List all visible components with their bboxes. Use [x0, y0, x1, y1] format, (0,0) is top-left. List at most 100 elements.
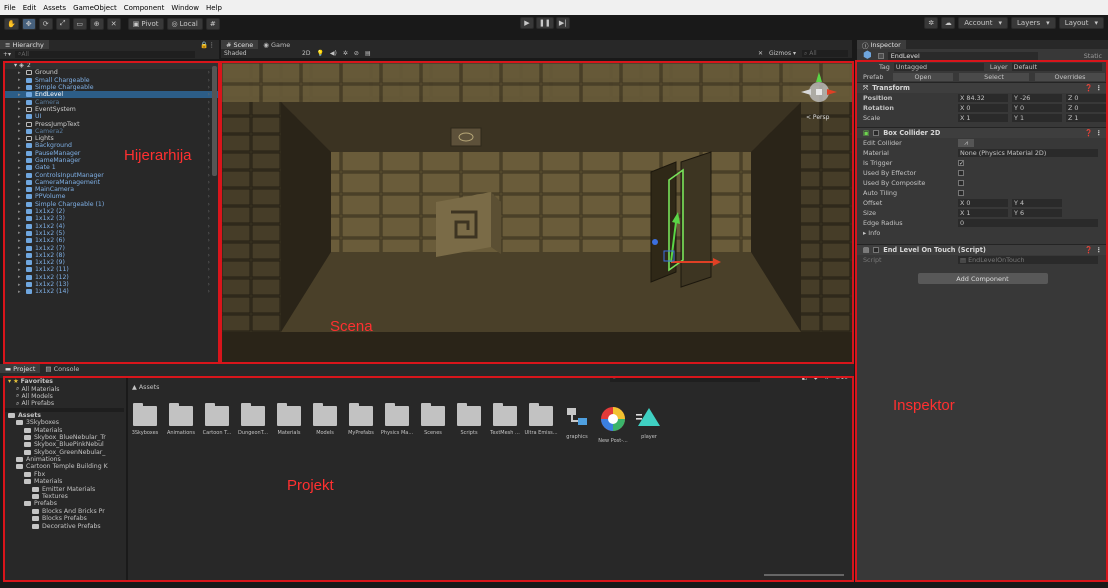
asset-item[interactable]: Models: [309, 403, 341, 444]
component-menu-icon[interactable]: ❓ ⋮: [1085, 129, 1108, 137]
project-tree-item[interactable]: Materials: [4, 426, 124, 434]
pause-button[interactable]: ❚❚: [536, 17, 554, 29]
hierarchy-row[interactable]: ▸ EventSystem ›: [4, 106, 218, 113]
project-tree-item[interactable]: Emitter Materials: [4, 485, 124, 493]
box-collider-enabled-checkbox[interactable]: [873, 130, 880, 136]
chevron-right-icon[interactable]: ›: [208, 99, 210, 106]
prefab-open-button[interactable]: Open: [893, 73, 953, 81]
project-tree-item[interactable]: Materials: [4, 478, 124, 485]
project-divider[interactable]: [126, 378, 128, 580]
chevron-right-icon[interactable]: ›: [208, 259, 210, 266]
menu-item-component[interactable]: Component: [124, 4, 165, 12]
size-y-field[interactable]: Y 6: [1012, 209, 1062, 217]
hierarchy-row[interactable]: ▸ 1x1x2 (12) ›: [4, 274, 218, 281]
project-tree-item[interactable]: Textures: [4, 493, 124, 500]
hierarchy-row[interactable]: ▸ 1x1x2 (3) ›: [4, 215, 218, 222]
scene-root-row[interactable]: ▾ ◈ 2: [4, 62, 218, 70]
hierarchy-search-input[interactable]: ⌕ All: [15, 50, 196, 58]
scale-y-field[interactable]: Y 1: [1012, 114, 1062, 122]
info-row[interactable]: ▸ Info: [857, 228, 1108, 238]
expand-arrow-icon[interactable]: ▸: [18, 260, 21, 266]
project-tree-item[interactable]: ⌕ All Materials: [4, 385, 124, 392]
gizmos-dropdown[interactable]: Gizmos ▾: [769, 50, 796, 57]
hierarchy-row[interactable]: ▸ Gate 1 ›: [4, 164, 218, 171]
transform-header[interactable]: ⤧ Transform ❓ ⋮: [857, 82, 1108, 93]
expand-arrow-icon[interactable]: ▸: [18, 230, 21, 236]
hierarchy-row[interactable]: ▸ Camera ›: [4, 98, 218, 106]
expand-arrow-icon[interactable]: ▸: [18, 172, 21, 178]
camera-settings-icon[interactable]: ▤: [365, 50, 371, 57]
chevron-right-icon[interactable]: ›: [208, 172, 210, 179]
hierarchy-row[interactable]: ▸ ControlsInputManager ›: [4, 171, 218, 179]
expand-arrow-icon[interactable]: ▸: [18, 223, 21, 229]
chevron-right-icon[interactable]: ›: [208, 179, 210, 186]
hidden-objects-icon[interactable]: ⊘: [354, 50, 359, 57]
hierarchy-row[interactable]: ▸ CameraManagement ›: [4, 179, 218, 186]
menu-item-window[interactable]: Window: [171, 4, 199, 12]
hierarchy-row[interactable]: ▸ Ground ›: [4, 69, 218, 76]
expand-arrow-icon[interactable]: ▸: [18, 267, 21, 273]
scale-z-field[interactable]: Z 1: [1066, 114, 1106, 122]
hierarchy-row[interactable]: ▸ 1x1x2 (2) ›: [4, 208, 218, 215]
chevron-right-icon[interactable]: ›: [208, 237, 210, 244]
chevron-right-icon[interactable]: ›: [208, 252, 210, 259]
chevron-right-icon[interactable]: ›: [208, 150, 210, 157]
asset-item[interactable]: New Post-...: [597, 406, 629, 444]
expand-arrow-icon[interactable]: ▸: [18, 92, 21, 98]
cloud-icon[interactable]: ☁: [941, 17, 956, 29]
play-button[interactable]: ▶: [520, 17, 534, 29]
chevron-right-icon[interactable]: ›: [208, 113, 210, 120]
menu-item-edit[interactable]: Edit: [23, 4, 37, 12]
project-tree-item[interactable]: Decorative Prefabs: [4, 522, 124, 530]
chevron-right-icon[interactable]: ›: [208, 157, 210, 164]
expand-arrow-icon[interactable]: ▸: [18, 85, 21, 91]
hierarchy-row[interactable]: ▸ 1x1x2 (9) ›: [4, 259, 218, 266]
expand-arrow-icon[interactable]: ▸: [18, 158, 21, 164]
expand-arrow-icon[interactable]: ▸: [18, 201, 21, 207]
hierarchy-row[interactable]: ▸ 1x1x2 (4) ›: [4, 223, 218, 230]
project-tree-item[interactable]: Skybox_BluePinkNebul: [4, 441, 124, 448]
hierarchy-scrollbar[interactable]: [212, 66, 217, 176]
asset-item[interactable]: Materials: [273, 403, 305, 444]
expand-arrow-icon[interactable]: ▸: [18, 274, 21, 280]
layer-dropdown[interactable]: Default: [1011, 63, 1102, 71]
chevron-right-icon[interactable]: ›: [208, 274, 210, 281]
expand-arrow-icon[interactable]: ▸: [18, 216, 21, 222]
asset-item[interactable]: MyPrefabs: [345, 403, 377, 444]
hierarchy-row[interactable]: ▸ Lights ›: [4, 135, 218, 142]
chevron-right-icon[interactable]: ›: [208, 77, 210, 84]
used-by-composite-checkbox[interactable]: [958, 180, 964, 186]
rect-tool-icon[interactable]: ▭: [72, 17, 87, 30]
edge-radius-field[interactable]: 0: [958, 219, 1098, 227]
tab-console[interactable]: ▤ Console: [40, 364, 84, 373]
chevron-right-icon[interactable]: ›: [208, 201, 210, 208]
project-tree-item[interactable]: ⌕ All Models: [4, 392, 124, 400]
expand-arrow-icon[interactable]: ▸: [18, 99, 21, 105]
project-tree-item[interactable]: Animations: [4, 456, 124, 463]
chevron-right-icon[interactable]: ›: [208, 121, 210, 128]
add-component-button[interactable]: Add Component: [917, 273, 1048, 284]
expand-arrow-icon[interactable]: ▸: [18, 209, 21, 215]
active-checkbox[interactable]: [877, 52, 884, 59]
static-toggle[interactable]: Static: [1084, 52, 1108, 60]
hand-tool-icon[interactable]: ✋: [4, 17, 19, 30]
component-menu-icon[interactable]: ❓ ⋮: [1085, 246, 1108, 254]
asset-item[interactable]: graphics: [561, 406, 593, 444]
hierarchy-row[interactable]: ▸ 1x1x2 (13) ›: [4, 281, 218, 288]
asset-item[interactable]: Cartoon T...: [201, 403, 233, 444]
chevron-right-icon[interactable]: ›: [208, 230, 210, 237]
expand-arrow-icon[interactable]: ▸: [18, 179, 21, 185]
chevron-right-icon[interactable]: ›: [208, 91, 210, 98]
favorite-icon[interactable]: ★: [824, 378, 829, 381]
collab-icon[interactable]: ✲: [924, 17, 939, 29]
chevron-right-icon[interactable]: ›: [208, 215, 210, 222]
hierarchy-row[interactable]: ▸ 1x1x2 (8) ›: [4, 252, 218, 259]
script-field[interactable]: ▤ EndLevelOnTouch: [958, 256, 1098, 264]
lock-icon[interactable]: 🔒⋮: [200, 41, 219, 49]
light-icon[interactable]: 💡: [316, 50, 323, 57]
chevron-right-icon[interactable]: ›: [208, 288, 210, 295]
chevron-right-icon[interactable]: ›: [208, 266, 210, 273]
hierarchy-row[interactable]: ▸ 1x1x2 (5) ›: [4, 230, 218, 237]
material-field[interactable]: None (Physics Material 2D): [958, 149, 1098, 157]
chevron-right-icon[interactable]: ›: [208, 69, 210, 76]
